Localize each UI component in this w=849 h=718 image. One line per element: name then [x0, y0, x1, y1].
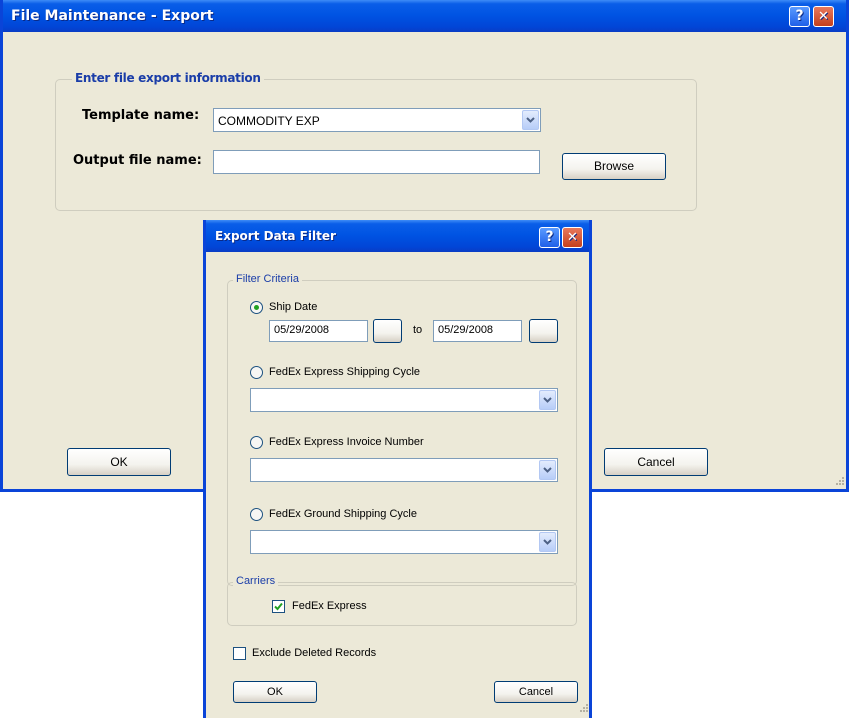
ground-shipping-cycle-label: FedEx Ground Shipping Cycle — [269, 508, 417, 520]
express-shipping-cycle-select[interactable] — [250, 388, 558, 412]
carriers-group-title: Carriers — [233, 575, 279, 587]
chevron-down-icon — [543, 539, 552, 545]
ok-button[interactable]: OK — [67, 448, 171, 476]
exclude-deleted-label: Exclude Deleted Records — [252, 647, 377, 659]
express-shipping-cycle-dropdown-button[interactable] — [539, 390, 556, 410]
ground-shipping-cycle-dropdown-button[interactable] — [539, 532, 556, 552]
close-button[interactable]: ✕ — [813, 6, 834, 27]
browse-button[interactable]: Browse — [562, 153, 666, 180]
fedex-express-label: FedEx Express — [292, 600, 367, 612]
help-button[interactable]: ? — [789, 6, 810, 27]
express-invoice-number-radio[interactable] — [250, 436, 263, 449]
resize-grip-icon[interactable] — [577, 703, 589, 715]
help-icon: ? — [795, 8, 804, 24]
output-file-name-label: Output file name: — [73, 153, 202, 168]
exclude-deleted-checkbox[interactable] — [233, 647, 246, 660]
output-file-name-field[interactable] — [213, 150, 540, 174]
ok-button-label: OK — [110, 455, 128, 469]
export-info-group-title: Enter file export information — [72, 71, 264, 85]
cancel-button-label: Cancel — [637, 455, 675, 469]
filter-ok-button-label: OK — [267, 686, 283, 698]
ground-shipping-cycle-radio[interactable] — [250, 508, 263, 521]
ship-date-to-field[interactable]: 05/29/2008 — [433, 320, 522, 342]
close-icon: ✕ — [567, 230, 578, 245]
ship-date-from-field[interactable]: 05/29/2008 — [269, 320, 368, 342]
help-icon: ? — [545, 229, 554, 245]
cancel-button[interactable]: Cancel — [604, 448, 708, 476]
chevron-down-icon — [526, 117, 535, 123]
chevron-down-icon — [543, 397, 552, 403]
export-data-filter-dialog: Export Data Filter ? ✕ Filter Criteria S… — [203, 220, 592, 718]
template-name-select[interactable]: COMMODITY EXP — [213, 108, 541, 132]
template-name-label: Template name: — [82, 108, 200, 123]
express-shipping-cycle-radio[interactable] — [250, 366, 263, 379]
ship-date-to-calendar-button[interactable] — [529, 319, 558, 343]
close-icon: ✕ — [818, 9, 829, 24]
date-to-label: to — [413, 324, 423, 336]
express-shipping-cycle-label: FedEx Express Shipping Cycle — [269, 366, 421, 378]
filter-ok-button[interactable]: OK — [233, 681, 317, 703]
ship-date-from-calendar-button[interactable] — [373, 319, 402, 343]
express-invoice-number-dropdown-button[interactable] — [539, 460, 556, 480]
ship-date-label: Ship Date — [269, 301, 318, 313]
browse-button-label: Browse — [593, 159, 634, 173]
fedex-express-checkbox[interactable] — [272, 600, 285, 613]
template-name-dropdown-button[interactable] — [522, 110, 539, 130]
chevron-down-icon — [543, 467, 552, 473]
filter-criteria-group-title: Filter Criteria — [233, 273, 302, 285]
filter-cancel-button-label: Cancel — [518, 686, 554, 698]
express-invoice-number-label: FedEx Express Invoice Number — [269, 436, 424, 448]
template-name-value: COMMODITY EXP — [218, 114, 320, 128]
ground-shipping-cycle-select[interactable] — [250, 530, 558, 554]
filter-close-button[interactable]: ✕ — [562, 227, 583, 248]
export-info-group: Enter file export information — [55, 71, 697, 211]
filter-cancel-button[interactable]: Cancel — [494, 681, 578, 703]
radio-selected-dot — [254, 305, 259, 310]
filter-dialog-title: Export Data Filter — [215, 229, 336, 243]
ship-date-radio[interactable] — [250, 301, 263, 314]
main-window-title: File Maintenance - Export — [11, 8, 214, 24]
resize-grip-icon[interactable] — [833, 476, 845, 488]
express-invoice-number-select[interactable] — [250, 458, 558, 482]
checkmark-icon — [274, 602, 283, 611]
filter-dialog-title-bar[interactable]: Export Data Filter ? ✕ — [206, 220, 589, 252]
filter-help-button[interactable]: ? — [539, 227, 560, 248]
main-window-title-bar[interactable]: File Maintenance - Export ? ✕ — [3, 0, 846, 32]
